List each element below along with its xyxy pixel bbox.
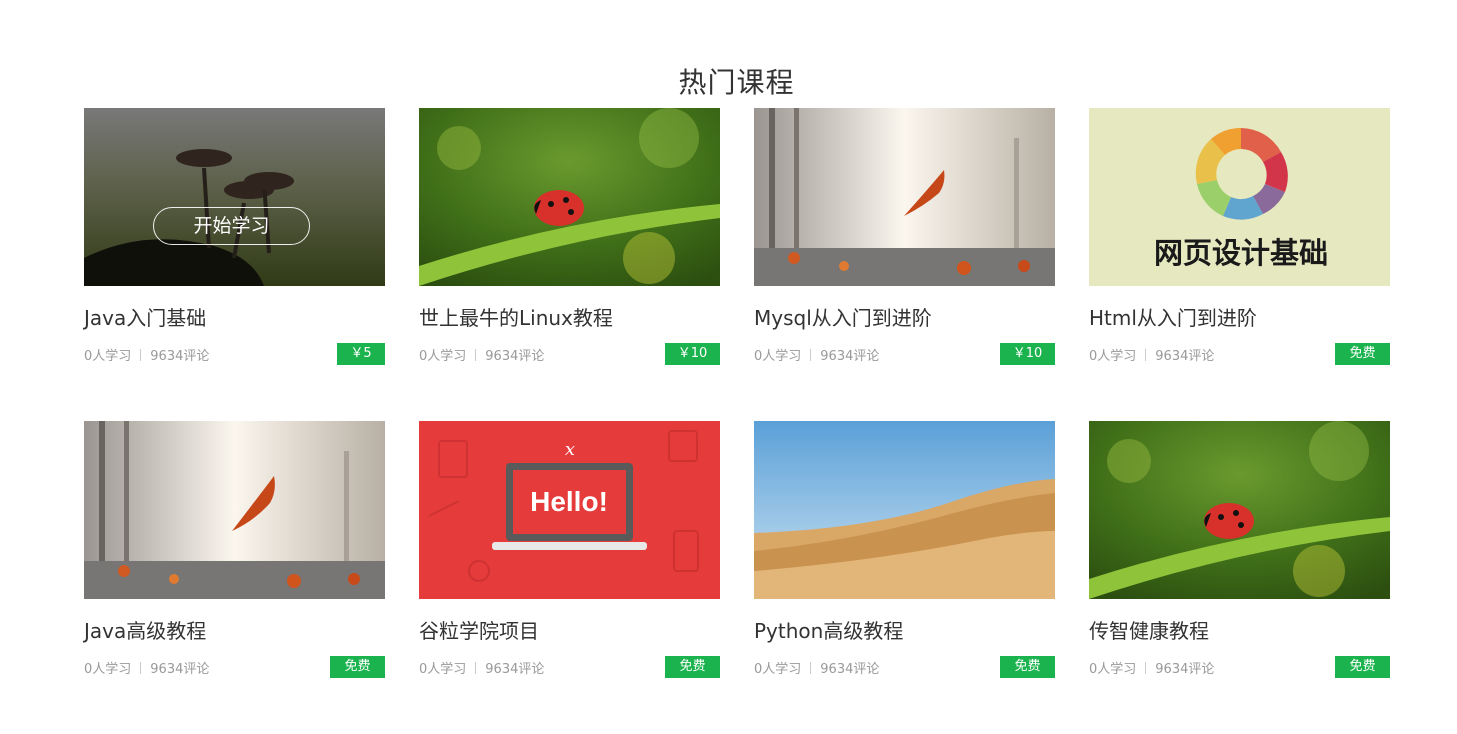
section-title: 热门课程 [678, 67, 795, 99]
course-title[interactable]: Java入门基础 [84, 302, 206, 331]
divider [1145, 662, 1147, 674]
price-badge: ￥10 [665, 343, 720, 365]
hello-laptop-image: x Hello! [419, 421, 720, 599]
learner-count: 0人学习 [419, 349, 467, 364]
course-card[interactable]: Python高级教程 0人学习 9634评论 免费 [754, 421, 1055, 734]
course-thumbnail[interactable] [1089, 421, 1390, 599]
page: 热门课程 开始学习 Java入门基础 0人学习 9634评论 ￥5 世上最牛的L… [0, 0, 1457, 718]
course-card[interactable]: 开始学习 Java入门基础 0人学习 9634评论 ￥5 [84, 108, 385, 421]
divider [1145, 349, 1147, 361]
learner-count: 0人学习 [1089, 349, 1137, 364]
course-thumbnail[interactable] [754, 421, 1055, 599]
course-thumbnail[interactable] [754, 108, 1055, 286]
learner-count: 0人学习 [84, 662, 132, 677]
price-badge: ￥5 [337, 343, 385, 365]
comment-count: 9634评论 [485, 349, 545, 364]
price-badge: 免费 [1335, 656, 1390, 678]
course-thumbnail[interactable]: x Hello! [419, 421, 720, 599]
comment-count: 9634评论 [150, 662, 210, 677]
divider [810, 662, 812, 674]
comment-count: 9634评论 [485, 662, 545, 677]
course-card[interactable]: 网页设计基础 Html从入门到进阶 0人学习 9634评论 免费 [1089, 108, 1390, 421]
divider [810, 349, 812, 361]
comment-count: 9634评论 [820, 662, 880, 677]
divider [140, 662, 142, 674]
course-meta: 0人学习 9634评论 [419, 345, 544, 364]
course-meta: 0人学习 9634评论 [754, 345, 879, 364]
ladybug-image [1089, 421, 1390, 599]
svg-text:x: x [565, 439, 575, 460]
price-badge: 免费 [1000, 656, 1055, 678]
course-meta: 0人学习 9634评论 [84, 345, 209, 364]
course-card[interactable]: 世上最牛的Linux教程 0人学习 9634评论 ￥10 [419, 108, 720, 421]
price-badge: 免费 [330, 656, 385, 678]
course-title[interactable]: 世上最牛的Linux教程 [419, 302, 613, 331]
course-title[interactable]: 传智健康教程 [1089, 615, 1209, 644]
course-title[interactable]: Html从入门到进阶 [1089, 302, 1257, 331]
course-meta: 0人学习 9634评论 [1089, 345, 1214, 364]
autumn-leaf-image [754, 108, 1055, 286]
price-badge: 免费 [1335, 343, 1390, 365]
divider [140, 349, 142, 361]
course-card[interactable]: Java高级教程 0人学习 9634评论 免费 [84, 421, 385, 734]
course-meta: 0人学习 9634评论 [419, 658, 544, 677]
image-caption: Hello! [530, 486, 608, 517]
course-card[interactable]: Mysql从入门到进阶 0人学习 9634评论 ￥10 [754, 108, 1055, 421]
course-title[interactable]: Python高级教程 [754, 615, 903, 644]
course-title[interactable]: 谷粒学院项目 [419, 615, 539, 644]
start-learning-button[interactable]: 开始学习 [153, 207, 310, 245]
comment-count: 9634评论 [1155, 662, 1215, 677]
course-meta: 0人学习 9634评论 [754, 658, 879, 677]
learner-count: 0人学习 [754, 662, 802, 677]
divider [475, 662, 477, 674]
course-thumbnail[interactable]: 开始学习 [84, 108, 385, 286]
comment-count: 9634评论 [1155, 349, 1215, 364]
course-thumbnail[interactable] [84, 421, 385, 599]
image-caption: 网页设计基础 [1154, 236, 1328, 270]
comment-count: 9634评论 [150, 349, 210, 364]
learner-count: 0人学习 [84, 349, 132, 364]
course-card[interactable]: x Hello! 谷粒学院项目 0人学习 9634评论 免费 [419, 421, 720, 734]
comment-count: 9634评论 [820, 349, 880, 364]
hover-overlay [84, 108, 385, 286]
course-thumbnail[interactable] [419, 108, 720, 286]
price-badge: ￥10 [1000, 343, 1055, 365]
course-title[interactable]: Mysql从入门到进阶 [754, 302, 932, 331]
course-title[interactable]: Java高级教程 [84, 615, 206, 644]
learner-count: 0人学习 [754, 349, 802, 364]
autumn-leaf-image [84, 421, 385, 599]
learner-count: 0人学习 [1089, 662, 1137, 677]
divider [475, 349, 477, 361]
course-grid: 开始学习 Java入门基础 0人学习 9634评论 ￥5 世上最牛的Linux教… [84, 108, 1390, 734]
course-thumbnail[interactable]: 网页设计基础 [1089, 108, 1390, 286]
price-badge: 免费 [665, 656, 720, 678]
learner-count: 0人学习 [419, 662, 467, 677]
course-meta: 0人学习 9634评论 [84, 658, 209, 677]
desert-image [754, 421, 1055, 599]
ladybug-image [419, 108, 720, 286]
web-design-image: 网页设计基础 [1089, 108, 1390, 286]
course-meta: 0人学习 9634评论 [1089, 658, 1214, 677]
course-card[interactable]: 传智健康教程 0人学习 9634评论 免费 [1089, 421, 1390, 734]
